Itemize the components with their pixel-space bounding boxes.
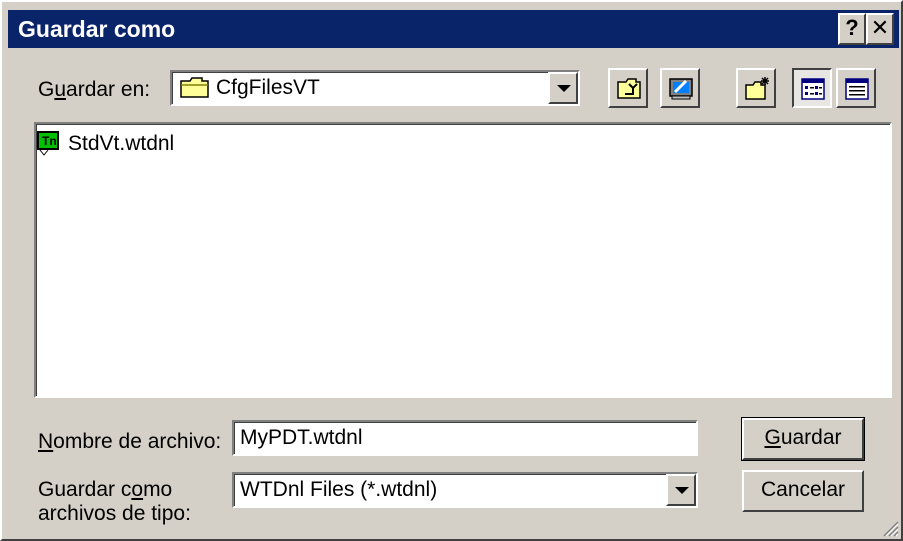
filename-value: MyPDT.wtdnl	[240, 426, 363, 449]
close-button[interactable]: ✕	[866, 13, 894, 45]
save-in-label: Guardar en:	[38, 78, 151, 101]
save-as-dialog: Guardar como ? ✕ Guardar en: CfgFilesVT	[0, 0, 903, 541]
filetype-select[interactable]: WTDnl Files (*.wtdnl)	[232, 472, 698, 508]
cancel-button[interactable]: Cancelar	[742, 470, 864, 512]
desktop-icon	[669, 78, 693, 100]
list-view-button[interactable]	[792, 68, 832, 108]
details-view-button[interactable]	[836, 68, 876, 108]
help-button[interactable]: ?	[838, 13, 866, 45]
filename-field[interactable]: MyPDT.wtdnl	[232, 420, 698, 456]
filename-label: Nombre de archivo:	[38, 430, 222, 453]
save-in-folder-name: CfgFilesVT	[216, 76, 320, 99]
wtdnl-file-icon: Tn	[37, 131, 59, 156]
help-icon: ?	[845, 15, 859, 40]
title-bar[interactable]: Guardar como ? ✕	[8, 10, 899, 48]
list-view-icon	[801, 78, 825, 100]
up-one-level-button[interactable]	[608, 68, 648, 108]
filetype-label: Guardar como archivos de tipo:	[38, 478, 191, 525]
desktop-button[interactable]	[660, 68, 700, 108]
new-folder-icon	[745, 77, 769, 100]
save-in-combo[interactable]: CfgFilesVT	[170, 70, 580, 106]
file-name: StdVt.wtdnl	[68, 132, 175, 155]
window-title: Guardar como	[18, 16, 176, 42]
filetype-dropdown-button[interactable]	[666, 474, 696, 506]
close-icon: ✕	[870, 15, 890, 40]
file-list[interactable]	[34, 122, 892, 398]
up-folder-icon	[617, 78, 641, 99]
new-folder-button[interactable]	[736, 68, 776, 108]
save-in-dropdown-button[interactable]	[548, 72, 578, 104]
save-button[interactable]: Guardar	[741, 417, 865, 461]
folder-icon	[180, 77, 209, 98]
details-view-icon	[845, 78, 869, 100]
resize-grip-icon[interactable]	[881, 519, 899, 537]
svg-text:Tn: Tn	[42, 134, 57, 148]
filetype-value: WTDnl Files (*.wtdnl)	[240, 478, 438, 501]
